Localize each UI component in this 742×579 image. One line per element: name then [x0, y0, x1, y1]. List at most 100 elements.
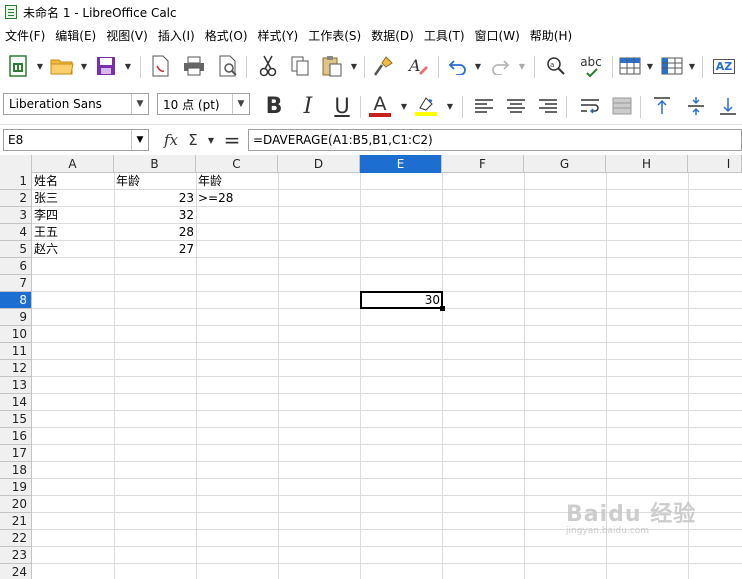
row-header-2[interactable]: 2 [0, 190, 32, 207]
row-header-21[interactable]: 21 [0, 513, 32, 530]
cut-icon[interactable] [256, 54, 280, 78]
open-dropdown-icon[interactable]: ▼ [80, 60, 88, 72]
chevron-down-icon[interactable]: ▼ [232, 94, 249, 114]
row-header-9[interactable]: 9 [0, 309, 32, 326]
align-right-icon[interactable] [536, 94, 560, 118]
row-header-16[interactable]: 16 [0, 428, 32, 445]
menu-view[interactable]: 视图(V) [101, 27, 153, 44]
align-bottom-icon[interactable] [716, 94, 740, 118]
row-header-18[interactable]: 18 [0, 462, 32, 479]
autofill-handle[interactable] [440, 306, 445, 311]
sum-dropdown-icon[interactable]: ▼ [204, 129, 218, 151]
name-box[interactable]: E8 ▼ [3, 129, 149, 151]
column-header-f[interactable]: F [442, 155, 524, 173]
copy-icon[interactable] [288, 54, 312, 78]
new-dropdown-icon[interactable]: ▼ [36, 60, 44, 72]
cell-a1[interactable]: 姓名 [32, 173, 114, 190]
menu-file[interactable]: 文件(F) [0, 27, 50, 44]
row-icon[interactable] [618, 54, 642, 78]
bold-button[interactable]: B [262, 94, 286, 119]
font-name-combo[interactable]: Liberation Sans ▼ [3, 93, 149, 115]
cell-b2[interactable]: 23 [114, 190, 196, 207]
row-header-11[interactable]: 11 [0, 343, 32, 360]
print-icon[interactable] [182, 54, 206, 78]
cell-b3[interactable]: 32 [114, 207, 196, 224]
open-folder-icon[interactable] [50, 54, 74, 78]
wrap-text-icon[interactable] [578, 94, 602, 118]
find-replace-icon[interactable]: a [544, 54, 568, 78]
menu-help[interactable]: 帮助(H) [525, 27, 577, 44]
print-preview-icon[interactable] [216, 54, 240, 78]
cell-c2[interactable]: >=28 [196, 190, 278, 207]
cell-a4[interactable]: 王五 [32, 224, 114, 241]
column-header-i[interactable]: I [688, 155, 742, 173]
row-dropdown-icon[interactable]: ▼ [646, 60, 654, 72]
chevron-down-icon[interactable]: ▼ [131, 94, 148, 114]
menu-sheet[interactable]: 工作表(S) [303, 27, 366, 44]
row-header-19[interactable]: 19 [0, 479, 32, 496]
column-header-d[interactable]: D [278, 155, 360, 173]
clear-formatting-icon[interactable]: A [406, 54, 430, 78]
row-header-5[interactable]: 5 [0, 241, 32, 258]
align-left-icon[interactable] [472, 94, 496, 118]
cell-a2[interactable]: 张三 [32, 190, 114, 207]
menu-insert[interactable]: 插入(I) [153, 27, 200, 44]
cell-b1[interactable]: 年龄 [114, 173, 196, 190]
column-icon[interactable] [660, 54, 684, 78]
column-header-h[interactable]: H [606, 155, 688, 173]
row-header-22[interactable]: 22 [0, 530, 32, 547]
align-center-icon[interactable] [504, 94, 528, 118]
column-header-e[interactable]: E [360, 155, 442, 173]
align-top-icon[interactable] [650, 94, 674, 118]
select-all-corner[interactable] [0, 155, 32, 173]
redo-icon[interactable] [488, 54, 512, 78]
column-header-b[interactable]: B [114, 155, 196, 173]
menu-styles[interactable]: 样式(Y) [253, 27, 304, 44]
undo-icon[interactable] [446, 54, 470, 78]
cell-c1[interactable]: 年龄 [196, 173, 278, 190]
underline-button[interactable]: U [330, 94, 354, 118]
formula-input[interactable]: =DAVERAGE(A1:B5,B1,C1:C2) [248, 129, 742, 151]
paste-dropdown-icon[interactable]: ▼ [350, 60, 358, 72]
column-header-a[interactable]: A [32, 155, 114, 173]
paste-icon[interactable] [320, 54, 344, 78]
cell-b4[interactable]: 28 [114, 224, 196, 241]
row-header-20[interactable]: 20 [0, 496, 32, 513]
function-wizard-button[interactable]: fx [160, 129, 182, 151]
row-header-6[interactable]: 6 [0, 258, 32, 275]
cell-a5[interactable]: 赵六 [32, 241, 114, 258]
redo-dropdown-icon[interactable]: ▼ [518, 60, 526, 72]
sort-icon[interactable]: AZ [710, 54, 738, 78]
font-color-dropdown-icon[interactable]: ▼ [400, 100, 408, 112]
row-header-14[interactable]: 14 [0, 394, 32, 411]
font-color-button[interactable]: A [368, 94, 392, 118]
cell-b5[interactable]: 27 [114, 241, 196, 258]
highlight-color-button[interactable] [414, 94, 438, 118]
row-header-24[interactable]: 24 [0, 564, 32, 579]
column-header-g[interactable]: G [524, 155, 606, 173]
row-header-7[interactable]: 7 [0, 275, 32, 292]
sum-button[interactable]: Σ [184, 129, 202, 151]
row-header-4[interactable]: 4 [0, 224, 32, 241]
menu-edit[interactable]: 编辑(E) [50, 27, 101, 44]
formula-button[interactable]: = [222, 128, 242, 152]
row-header-15[interactable]: 15 [0, 411, 32, 428]
new-spreadsheet-icon[interactable] [6, 54, 30, 78]
row-header-12[interactable]: 12 [0, 360, 32, 377]
row-header-23[interactable]: 23 [0, 547, 32, 564]
spreadsheet-grid[interactable]: A B C D E F G H I 1 2 3 4 5 6 7 8 9 10 1… [0, 155, 742, 579]
save-dropdown-icon[interactable]: ▼ [124, 60, 132, 72]
row-header-17[interactable]: 17 [0, 445, 32, 462]
menu-format[interactable]: 格式(O) [200, 27, 253, 44]
center-vertically-icon[interactable] [684, 94, 708, 118]
column-header-c[interactable]: C [196, 155, 278, 173]
row-header-8[interactable]: 8 [0, 292, 32, 309]
spelling-icon[interactable]: abc [576, 54, 606, 78]
highlight-dropdown-icon[interactable]: ▼ [446, 100, 454, 112]
menu-data[interactable]: 数据(D) [366, 27, 419, 44]
save-icon[interactable] [94, 54, 118, 78]
cell-a3[interactable]: 李四 [32, 207, 114, 224]
row-header-13[interactable]: 13 [0, 377, 32, 394]
row-header-10[interactable]: 10 [0, 326, 32, 343]
undo-dropdown-icon[interactable]: ▼ [474, 60, 482, 72]
